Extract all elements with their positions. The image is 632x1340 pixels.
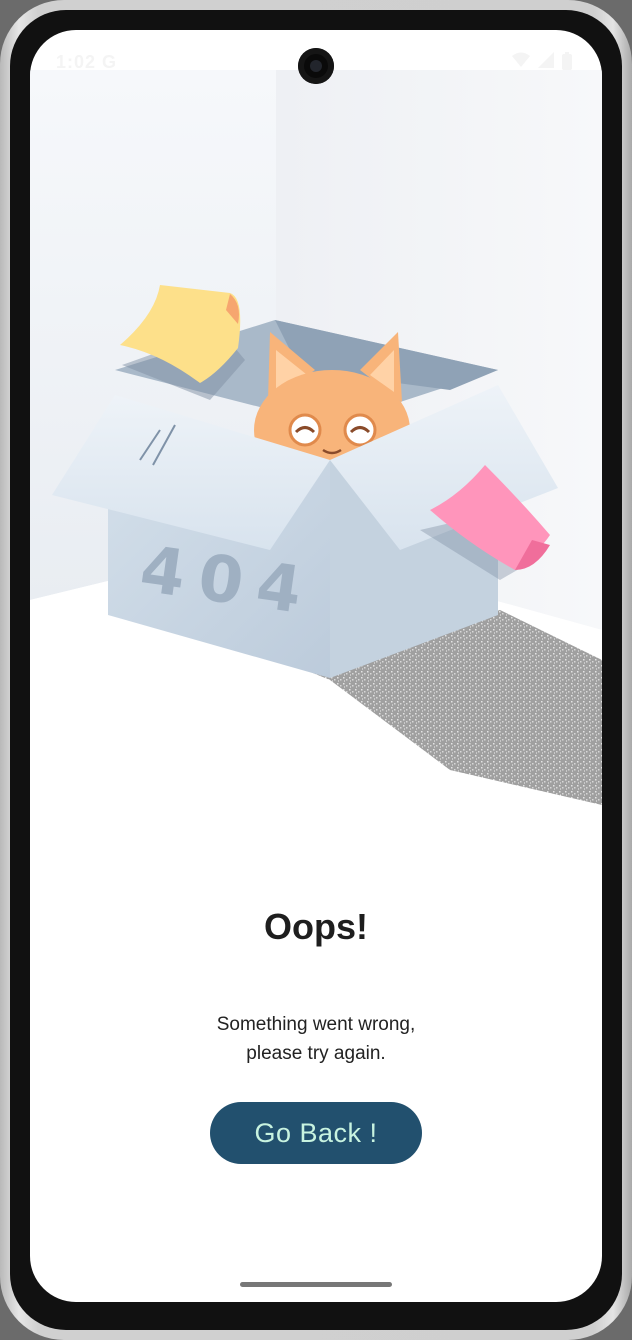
front-camera xyxy=(298,48,334,84)
error-title: Oops! xyxy=(264,906,368,947)
status-time: 1:02 G xyxy=(56,52,118,72)
error-404-illustration: 404 xyxy=(30,70,602,810)
wifi-icon xyxy=(512,52,530,67)
home-indicator[interactable] xyxy=(240,1282,392,1287)
signal-icon xyxy=(538,52,554,68)
go-back-button[interactable]: Go Back ! xyxy=(210,1102,422,1164)
battery-icon xyxy=(562,52,572,70)
status-icons xyxy=(512,52,572,70)
error-message-line-2: please try again. xyxy=(246,1043,386,1064)
error-message: Something went wrong, please try again. xyxy=(166,1010,466,1068)
error-message-line-1: Something went wrong, xyxy=(216,1014,416,1035)
screen: 404 1:02 G Oops! Something went wrong, p… xyxy=(30,30,602,1302)
